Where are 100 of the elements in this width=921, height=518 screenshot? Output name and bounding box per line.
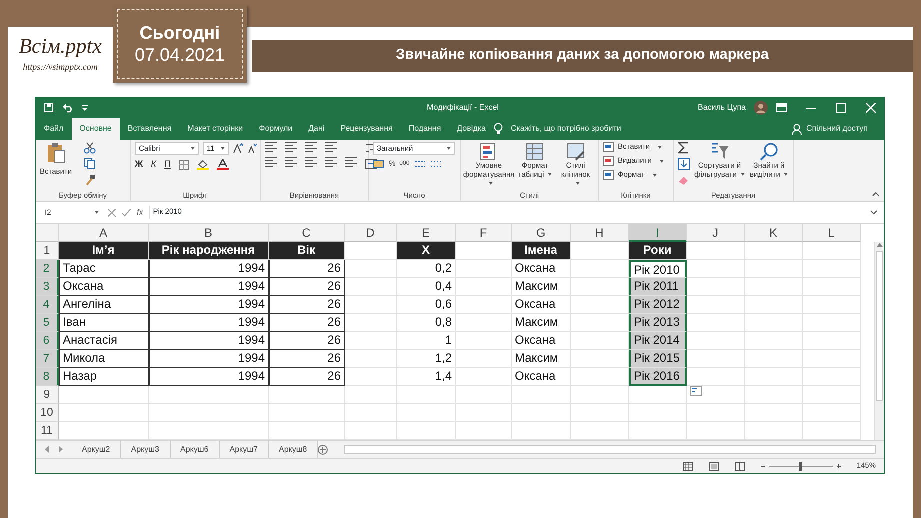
brush-icon[interactable] [84, 174, 96, 186]
column-header[interactable]: I [629, 224, 687, 242]
italic-button[interactable]: К [151, 159, 156, 170]
column-header[interactable]: G [512, 224, 571, 242]
expand-icon[interactable] [870, 210, 878, 216]
cell-styles-icon [566, 142, 586, 162]
decrease-decimal-icon[interactable] [430, 159, 442, 170]
undo-icon[interactable] [62, 103, 74, 113]
insert-function-button[interactable]: fx [137, 206, 144, 218]
caret-icon[interactable] [95, 211, 99, 214]
table-cell: Назар [59, 368, 149, 386]
avatar-icon[interactable] [754, 101, 768, 115]
ribbon-tab[interactable]: Довідка [449, 118, 494, 140]
merge-cells-icon[interactable] [365, 158, 377, 170]
ribbon-tab[interactable]: Рецензування [332, 118, 401, 140]
row-header[interactable]: 2 [36, 260, 59, 278]
paste-options-icon[interactable] [690, 386, 702, 396]
page-break-icon[interactable] [734, 462, 745, 470]
row-header[interactable]: 3 [36, 278, 59, 296]
column-header[interactable]: B [149, 224, 269, 242]
vertical-scrollbar[interactable] [874, 242, 884, 440]
row-header[interactable]: 6 [36, 332, 59, 350]
bold-button[interactable]: Ж [135, 159, 144, 170]
scroll-thumb[interactable] [876, 251, 883, 401]
ribbon-tab[interactable]: Вставлення [120, 118, 180, 140]
column-header[interactable]: C [269, 224, 345, 242]
window-title: Модифікації - Excel [426, 102, 500, 114]
ribbon-tab[interactable]: Файл [36, 118, 72, 140]
row-header[interactable]: 1 [36, 242, 59, 260]
table-cell: 26 [269, 368, 345, 386]
caret-icon[interactable] [740, 173, 745, 176]
caret-icon[interactable] [652, 174, 657, 176]
row-header[interactable]: 8 [36, 368, 59, 386]
scroll-up-icon[interactable] [876, 242, 882, 248]
column-header[interactable]: K [745, 224, 803, 242]
borders-icon[interactable] [178, 160, 189, 170]
font-color-icon[interactable] [216, 159, 229, 170]
increase-decimal-icon[interactable] [414, 159, 426, 170]
table-cell: Рік народження [149, 242, 269, 260]
underline-button[interactable]: П [164, 159, 171, 170]
currency-icon[interactable] [373, 159, 385, 170]
caret-icon[interactable] [548, 173, 552, 176]
row-header[interactable]: 5 [36, 314, 59, 332]
row-header[interactable]: 11 [36, 422, 59, 440]
table-cell: X [397, 242, 456, 260]
caret-icon[interactable] [489, 182, 493, 185]
fill-down-icon[interactable] [678, 158, 690, 170]
ribbon-tab[interactable]: Дані [300, 118, 333, 140]
table-cell: Рік 2015 [629, 350, 687, 368]
page-layout-icon[interactable] [708, 462, 719, 470]
caret-icon[interactable] [658, 146, 662, 148]
caret-icon[interactable] [447, 147, 451, 150]
add-sheet-icon[interactable] [318, 444, 328, 454]
ribbon-display-icon[interactable] [776, 103, 788, 113]
normal-view-icon[interactable] [682, 462, 693, 470]
column-header[interactable]: A [59, 224, 149, 242]
row-header[interactable]: 4 [36, 296, 59, 314]
column-header[interactable]: F [456, 224, 512, 242]
scissors-icon[interactable] [84, 142, 96, 154]
caret-icon[interactable] [221, 147, 225, 150]
column-header[interactable]: J [687, 224, 745, 242]
confirm-icon[interactable] [122, 208, 131, 216]
collapse-ribbon-icon[interactable] [872, 191, 880, 197]
tell-me-field[interactable]: Скажіть, що потрібно зробити [510, 123, 622, 135]
caret-icon[interactable] [576, 182, 580, 185]
customize-icon[interactable] [82, 104, 88, 112]
maximize-icon[interactable] [836, 103, 846, 113]
next-sheet-icon[interactable] [58, 446, 64, 453]
caret-icon[interactable] [660, 160, 664, 162]
grow-font-icon[interactable] [233, 143, 243, 154]
copy-icon[interactable] [84, 158, 96, 170]
cancel-icon[interactable] [108, 208, 116, 216]
table-cell: 1994 [149, 278, 269, 296]
row-header[interactable]: 10 [36, 404, 59, 422]
zoom-slider-icon[interactable] [760, 462, 841, 470]
column-header[interactable]: L [803, 224, 861, 242]
column-header[interactable]: E [397, 224, 456, 242]
close-icon[interactable] [866, 103, 876, 113]
ribbon-tab[interactable]: Макет сторінки [180, 118, 252, 140]
ribbon-tab[interactable]: Подання [400, 118, 450, 140]
table-cell: Оксана [512, 368, 571, 386]
column-header[interactable]: D [345, 224, 397, 242]
table-cell: Максим [512, 350, 571, 368]
previous-sheet-icon[interactable] [44, 446, 50, 453]
caret-icon[interactable] [191, 147, 195, 150]
row-header[interactable]: 7 [36, 350, 59, 368]
ribbon-tab[interactable]: Основне [72, 118, 120, 140]
shrink-font-icon[interactable] [247, 143, 257, 154]
empty-cell [512, 386, 571, 404]
save-icon[interactable] [44, 103, 54, 113]
fill-color-icon[interactable] [196, 159, 209, 170]
date-text: 07.04.2021 [134, 44, 226, 66]
share-button[interactable]: Спільний доступ [806, 123, 868, 135]
table-cell: 0,8 [397, 314, 456, 332]
horizontal-scrollbar[interactable] [344, 445, 876, 454]
column-header[interactable]: H [571, 224, 629, 242]
caret-icon[interactable] [784, 173, 788, 176]
sum-icon[interactable] [678, 142, 690, 154]
row-header[interactable]: 9 [36, 386, 59, 404]
ribbon-tab[interactable]: Формули [251, 118, 301, 140]
